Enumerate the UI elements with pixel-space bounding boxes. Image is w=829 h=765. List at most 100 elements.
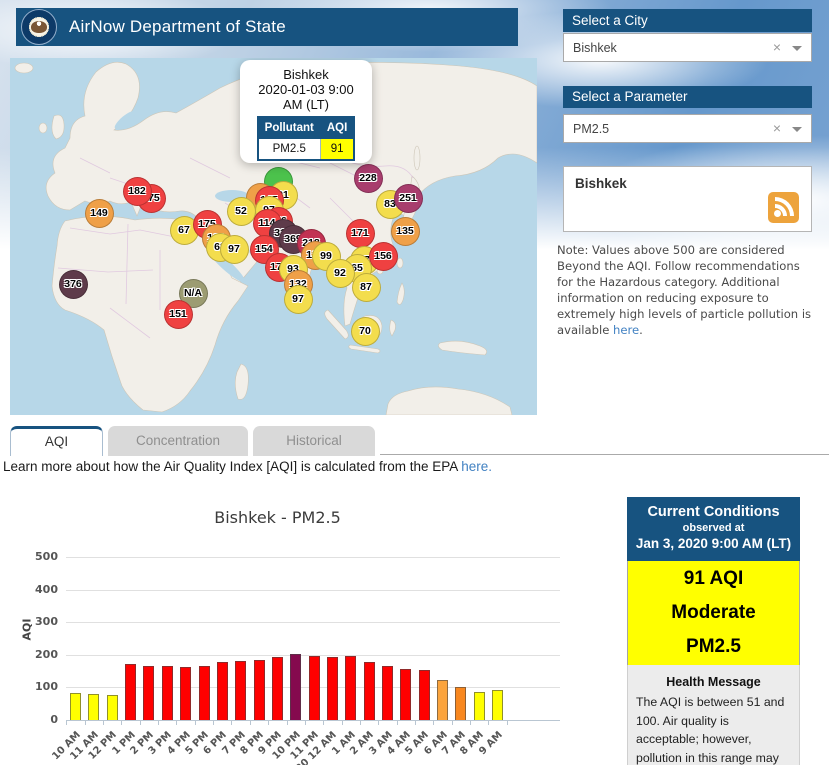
chart-y-tick-label: 200: [28, 648, 58, 661]
chart-bar[interactable]: [419, 670, 430, 720]
popup-aqi-value: 91: [320, 139, 354, 161]
tab-concentration[interactable]: Concentration: [108, 426, 248, 456]
popup-col-pollutant: Pollutant: [258, 117, 321, 139]
parameter-combobox[interactable]: PM2.5 ×: [563, 114, 812, 143]
chart-bar[interactable]: [88, 694, 99, 720]
popup-col-aqi: AQI: [320, 117, 354, 139]
health-message-text: The AQI is between 51 and 100. Air quali…: [628, 689, 799, 765]
chart-x-tick: [452, 720, 453, 725]
aqi-map-marker[interactable]: 87: [352, 273, 381, 302]
world-aqi-map[interactable]: 5214917518291145971461143133696717510168…: [10, 58, 537, 415]
chart-x-tick: [287, 720, 288, 725]
note-here-link[interactable]: here: [613, 323, 639, 337]
chart-bar[interactable]: [309, 656, 320, 720]
popup-table: Pollutant AQI PM2.5 91: [257, 116, 356, 161]
aqi-bar-chart: Bishkek - PM2.5 AQI 010020030040050010 A…: [0, 495, 625, 765]
chart-y-tick-label: 300: [28, 615, 58, 628]
aqi-chart-plot: 010020030040050010 AM11 AM12 PM1 PM2 PM3…: [0, 495, 625, 765]
chart-y-tick-label: 100: [28, 680, 58, 693]
chart-x-tick: [433, 720, 434, 725]
chart-x-tick: [507, 720, 508, 725]
aqi-map-marker[interactable]: 149: [85, 199, 114, 228]
aqi-map-marker[interactable]: 92: [326, 259, 355, 288]
aqi-map-marker[interactable]: 52: [227, 197, 256, 226]
chart-gridline: [66, 622, 560, 623]
tab-aqi[interactable]: AQI: [10, 426, 103, 456]
aqi-map-marker[interactable]: 376: [59, 270, 88, 299]
chart-bar[interactable]: [327, 657, 338, 720]
chart-x-tick: [158, 720, 159, 725]
chart-bar[interactable]: [217, 662, 228, 720]
beyond-aqi-note: Note: Values above 500 are considered Be…: [557, 242, 819, 338]
chart-x-tick: [66, 720, 67, 725]
page-title: AirNow Department of State: [69, 17, 286, 37]
chart-bar[interactable]: [455, 687, 466, 720]
parameter-chevron-down-icon[interactable]: [792, 127, 802, 132]
aqi-pollutant: PM2.5: [628, 630, 799, 664]
health-message-panel: Health Message The AQI is between 51 and…: [627, 665, 800, 765]
aqi-map-marker[interactable]: 251: [394, 184, 423, 213]
aqi-map-marker[interactable]: 151: [164, 300, 193, 329]
chart-bar[interactable]: [107, 695, 118, 720]
chart-bar[interactable]: [125, 664, 136, 720]
select-parameter-header: Select a Parameter: [563, 86, 812, 108]
chart-bar[interactable]: [254, 660, 265, 720]
chart-bar[interactable]: [180, 667, 191, 721]
chart-x-tick: [231, 720, 232, 725]
chart-x-tick: [213, 720, 214, 725]
chart-bar[interactable]: [162, 666, 173, 720]
chart-bar[interactable]: [492, 690, 503, 720]
aqi-map-marker[interactable]: 135: [391, 217, 420, 246]
chart-x-tick: [85, 720, 86, 725]
chart-x-tick: [176, 720, 177, 725]
chart-bar[interactable]: [235, 661, 246, 720]
chart-bar[interactable]: [345, 656, 356, 720]
chart-bar[interactable]: [272, 657, 283, 720]
chart-x-tick: [397, 720, 398, 725]
city-combobox-value: Bishkek: [573, 41, 617, 55]
aqi-status-badge: 91 AQI Moderate PM2.5: [627, 561, 800, 665]
chart-bar[interactable]: [70, 693, 81, 720]
popup-city: Bishkek: [240, 67, 372, 82]
chart-x-tick: [140, 720, 141, 725]
chart-bar[interactable]: [364, 662, 375, 720]
aqi-map-marker[interactable]: 97: [284, 285, 313, 314]
chart-x-tick: [121, 720, 122, 725]
popup-datetime: 2020-01-03 9:00 AM (LT): [250, 82, 362, 112]
parameter-combobox-value: PM2.5: [573, 122, 609, 136]
aqi-map-marker[interactable]: 156: [369, 242, 398, 271]
aqi-map-marker[interactable]: 97: [220, 235, 249, 264]
tab-strip-divider: [380, 454, 829, 455]
aqi-map-marker[interactable]: 228: [354, 164, 383, 193]
city-chevron-down-icon[interactable]: [792, 46, 802, 51]
chart-bar[interactable]: [143, 666, 154, 720]
chart-bar[interactable]: [382, 666, 393, 720]
learn-more-text: Learn more about how the Air Quality Ind…: [3, 459, 583, 474]
city-clear-icon[interactable]: ×: [773, 39, 781, 55]
aqi-map-marker[interactable]: 171: [346, 219, 375, 248]
chart-y-tick-label: 500: [28, 550, 58, 563]
chart-x-tick: [103, 720, 104, 725]
chart-bar[interactable]: [199, 666, 210, 720]
chart-bar[interactable]: [400, 669, 411, 720]
chart-x-tick: [250, 720, 251, 725]
feed-box: Bishkek: [563, 166, 812, 232]
chart-x-tick: [470, 720, 471, 725]
chart-bar[interactable]: [437, 680, 448, 720]
map-popup: Bishkek 2020-01-03 9:00 AM (LT) Pollutan…: [240, 60, 372, 163]
aqi-map-marker[interactable]: 182: [123, 177, 152, 206]
app-header: AirNow Department of State: [16, 8, 518, 46]
current-conditions-title: Current Conditions: [627, 504, 800, 520]
health-message-title: Health Message: [628, 675, 799, 689]
chart-x-tick: [488, 720, 489, 725]
rss-icon[interactable]: [768, 192, 799, 223]
chart-bar[interactable]: [290, 654, 301, 721]
aqi-map-marker[interactable]: 70: [351, 317, 380, 346]
learn-here-link[interactable]: here.: [461, 459, 492, 474]
chart-bar[interactable]: [474, 692, 485, 720]
department-of-state-seal-icon: [21, 9, 57, 45]
parameter-clear-icon[interactable]: ×: [773, 120, 781, 136]
tab-historical[interactable]: Historical: [253, 426, 375, 456]
city-combobox[interactable]: Bishkek ×: [563, 33, 812, 62]
chart-x-tick: [360, 720, 361, 725]
